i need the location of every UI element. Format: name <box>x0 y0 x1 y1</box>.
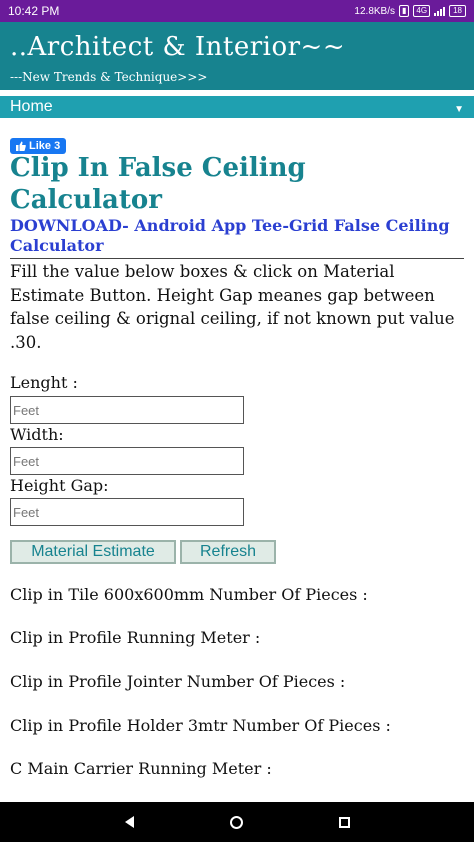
data-icon: ▮ <box>399 5 410 17</box>
result-jointer-pieces: Clip in Profile Jointer Number Of Pieces… <box>10 672 346 691</box>
nav-home[interactable]: Home <box>10 98 53 116</box>
recent-square-icon[interactable] <box>338 816 350 828</box>
site-tagline: ---New Trends & Technique>>> <box>10 70 208 84</box>
back-triangle-icon[interactable] <box>124 816 134 828</box>
status-bar: 10:42 PM 12.8KB/s ▮ 4G 18 <box>0 0 474 22</box>
home-circle-icon[interactable] <box>229 815 243 829</box>
divider <box>10 258 464 259</box>
site-title[interactable]: ..Architect & Interior~~ <box>10 32 345 62</box>
width-label: Width: <box>10 425 64 444</box>
refresh-button[interactable]: Refresh <box>180 540 276 564</box>
height-gap-input[interactable] <box>10 498 244 526</box>
page-title: Clip In False Ceiling Calculator <box>10 153 306 215</box>
nav-bar[interactable]: Home ▼ <box>0 96 474 118</box>
result-profile-meter: Clip in Profile Running Meter : <box>10 628 261 647</box>
signal-icon <box>434 6 446 16</box>
network-badge: 4G <box>413 5 431 17</box>
length-label: Lenght : <box>10 373 78 392</box>
battery-icon: 18 <box>449 5 466 17</box>
length-input[interactable] <box>10 396 244 424</box>
width-input[interactable] <box>10 447 244 475</box>
thumbs-up-icon <box>16 141 26 151</box>
height-gap-label: Height Gap: <box>10 476 109 495</box>
status-icons: 12.8KB/s ▮ 4G 18 <box>354 5 466 17</box>
download-link[interactable]: DOWNLOAD- Android App Tee-Grid False Cei… <box>10 216 460 256</box>
system-nav-bar <box>0 802 474 842</box>
result-holder-pieces: Clip in Profile Holder 3mtr Number Of Pi… <box>10 716 391 735</box>
result-tile-pieces: Clip in Tile 600x600mm Number Of Pieces … <box>10 585 368 604</box>
intro-text: Fill the value below boxes & click on Ma… <box>10 262 455 352</box>
material-estimate-button[interactable]: Material Estimate <box>10 540 176 564</box>
status-time: 10:42 PM <box>8 4 60 18</box>
site-header: ..Architect & Interior~~ ---New Trends &… <box>0 22 474 90</box>
dropdown-arrow-icon[interactable]: ▼ <box>454 104 464 115</box>
like-label: Like 3 <box>29 140 61 152</box>
network-speed: 12.8KB/s <box>354 5 396 17</box>
result-main-carrier-meter: C Main Carrier Running Meter : <box>10 759 272 778</box>
